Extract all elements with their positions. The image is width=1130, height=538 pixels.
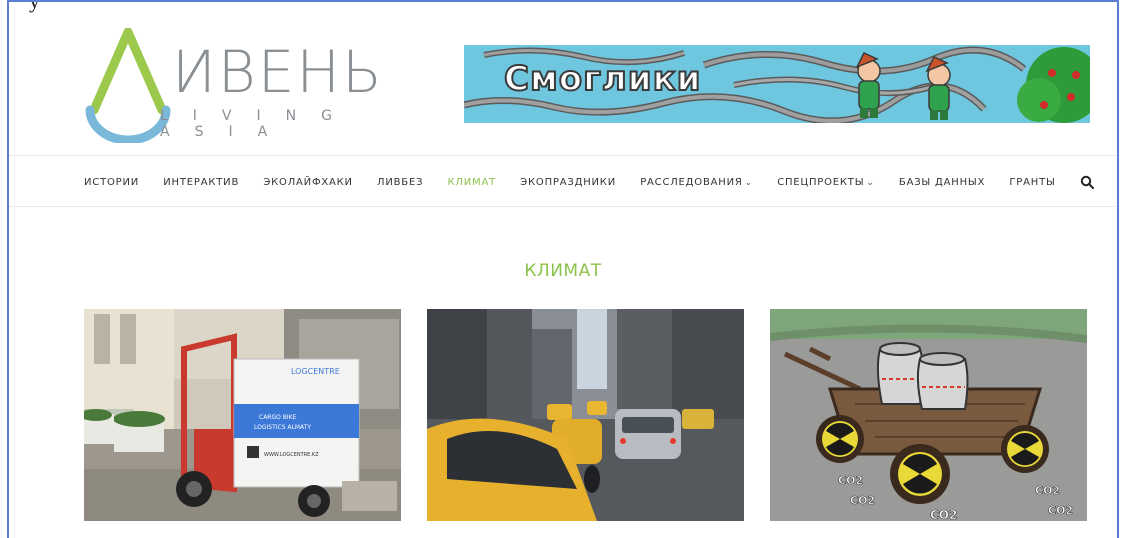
search-icon[interactable] [1080,175,1094,189]
nav-item-ekolaifhaki[interactable]: ЭКОЛАЙФХАКИ [263,177,352,188]
browser-frame: y ИВЕНЬ LIVING ASIA Смоглики ИСТОРИИ ИНТ… [7,0,1119,538]
nav-item-label: ЭКОПРАЗДНИКИ [520,176,616,188]
site-logo[interactable]: ИВЕНЬ LIVING ASIA [84,28,444,143]
box-url-text: WWW.LOGCENTRE.KZ [264,452,319,458]
chevron-down-icon: ⌄ [744,177,753,188]
co2-label: CO2 [838,474,863,487]
nav-item-interaktiv[interactable]: ИНТЕРАКТИВ [163,177,239,188]
box-line2-text: LOGISTICS ALMATY [254,424,311,431]
nav-item-specproekty[interactable]: СПЕЦПРОЕКТЫ ⌄ [777,177,875,188]
smogliki-banner[interactable]: Смоглики [464,45,1090,123]
co2-label: CO2 [930,508,957,521]
nav-item-label: РАССЛЕДОВАНИЯ [640,176,743,188]
logo-tagline: LIVING ASIA [160,108,357,140]
co2-label: CO2 [1035,484,1060,497]
cargo-bike-photo: LOGCENTRE CARGO BIKE LOGISTICS ALMATY WW… [84,309,401,521]
nav-item-label: ЛИВБЕЗ [377,176,424,188]
article-card-cargo-bike[interactable]: LOGCENTRE CARGO BIKE LOGISTICS ALMATY WW… [84,309,401,521]
nav-item-granty[interactable]: ГРАНТЫ [1009,177,1055,188]
box-brand-text: LOGCENTRE [291,367,340,376]
nav-item-klimat[interactable]: КЛИМАТ [448,177,496,188]
main-navigation: ИСТОРИИ ИНТЕРАКТИВ ЭКОЛАЙФХАКИ ЛИВБЕЗ КЛ… [84,174,1094,190]
nav-item-label: КЛИМАТ [447,176,497,188]
article-card-cart-illustration[interactable]: CO2 CO2 CO2 CO2 CO2 [770,309,1087,521]
cart-cooling-towers-illustration: CO2 CO2 CO2 CO2 CO2 [770,309,1087,521]
nav-item-label: ИСТОРИИ [84,176,140,188]
nav-item-label: СПЕЦПРОЕКТЫ [777,176,865,188]
top-cropped-text: y [29,0,40,13]
nav-item-label: ИНТЕРАКТИВ [163,176,240,188]
chevron-down-icon: ⌄ [866,177,875,188]
city-taxi-traffic-photo [427,309,744,521]
article-card-city-traffic[interactable] [427,309,744,521]
nav-item-bazy-dannyh[interactable]: БАЗЫ ДАННЫХ [899,177,985,188]
nav-item-label: ЭКОЛАЙФХАКИ [263,176,353,188]
nav-item-ekoprazdniki[interactable]: ЭКОПРАЗДНИКИ [520,177,616,188]
nav-item-livbez[interactable]: ЛИВБЕЗ [377,177,423,188]
nav-divider-top [9,155,1117,156]
nav-item-istorii[interactable]: ИСТОРИИ [84,177,139,188]
co2-label: CO2 [1048,504,1073,517]
nav-item-label: БАЗЫ ДАННЫХ [898,176,986,188]
nav-item-rassledovaniya[interactable]: РАССЛЕДОВАНИЯ ⌄ [640,177,753,188]
page-title: КЛИМАТ [524,261,602,281]
banner-title: Смоглики [503,58,702,100]
nav-divider-bottom [9,206,1117,207]
co2-label: CO2 [850,494,875,507]
nav-item-label: ГРАНТЫ [1009,176,1056,188]
logo-wordmark: ИВЕНЬ [172,38,384,106]
box-line1-text: CARGO BIKE [259,414,297,421]
